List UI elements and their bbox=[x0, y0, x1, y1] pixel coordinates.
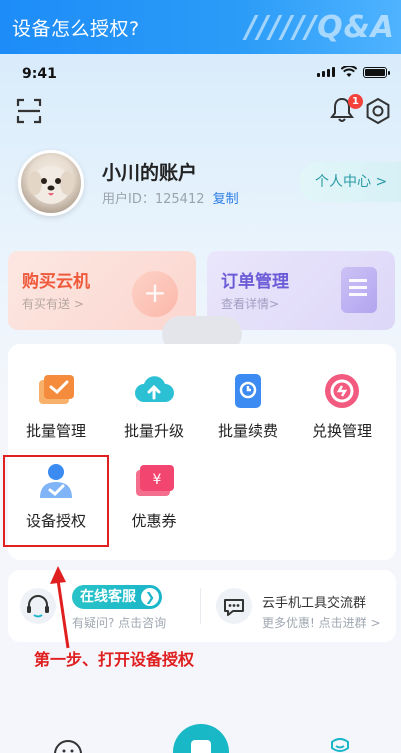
grid-label: 优惠券 bbox=[131, 512, 177, 530]
order-management-card[interactable]: 订单管理 查看详情> bbox=[207, 251, 395, 330]
online-service-button[interactable]: 在线客服 ❯ bbox=[72, 585, 162, 609]
grid-item-coupon[interactable]: ¥ 优惠券 bbox=[108, 460, 200, 546]
banner-title: 设备怎么授权? bbox=[12, 18, 140, 40]
cloud-upload-icon bbox=[133, 370, 175, 412]
online-service-subtitle: 有疑问? 点击咨询 bbox=[72, 616, 167, 630]
grid-label: 兑换管理 bbox=[311, 422, 372, 440]
highlight-box bbox=[3, 455, 109, 547]
plus-icon: + bbox=[132, 271, 178, 317]
grid-label: 批量续费 bbox=[217, 422, 278, 440]
grid-item-batch-renew[interactable]: 批量续费 bbox=[202, 370, 294, 456]
top-banner: 设备怎么授权? //////Q&A bbox=[0, 0, 401, 54]
dog-avatar-image bbox=[28, 166, 74, 204]
group-chat-title[interactable]: 云手机工具交流群 bbox=[262, 592, 366, 611]
scan-icon[interactable] bbox=[16, 98, 42, 124]
document-search-icon bbox=[341, 267, 377, 313]
grid-item-exchange[interactable]: 兑换管理 bbox=[296, 370, 388, 456]
buy-card-title: 购买云机 bbox=[22, 272, 90, 292]
user-id-label: 用户ID： bbox=[102, 192, 155, 207]
coupon-icon: ¥ bbox=[133, 460, 175, 502]
renew-doc-icon bbox=[227, 370, 269, 412]
grid-label: 批量管理 bbox=[25, 422, 86, 440]
red-arrow-annotation bbox=[50, 566, 70, 649]
batch-manage-icon bbox=[35, 370, 77, 412]
status-icons bbox=[317, 66, 390, 78]
chat-icon[interactable] bbox=[216, 588, 252, 624]
chevron-right-icon: ❯ bbox=[141, 588, 159, 606]
user-id-line: 用户ID：125412 复制 bbox=[102, 188, 239, 207]
online-service-label: 在线客服 bbox=[80, 589, 136, 605]
user-id-value: 125412 bbox=[154, 192, 205, 207]
grid-item-batch-manage[interactable]: 批量管理 bbox=[10, 370, 102, 456]
settings-icon[interactable] bbox=[363, 96, 393, 126]
avatar[interactable] bbox=[18, 150, 84, 216]
battery-icon bbox=[363, 66, 390, 78]
signal-icon bbox=[317, 67, 335, 77]
buy-cloud-phone-card[interactable]: 购买云机 有买有送 > + bbox=[8, 251, 196, 330]
group-chat-subtitle[interactable]: 更多优惠! 点击进群 > bbox=[262, 614, 381, 631]
nav-home-icon[interactable] bbox=[52, 738, 84, 753]
account-name: 小川的账户 bbox=[102, 162, 198, 184]
order-card-subtitle: 查看详情> bbox=[221, 297, 280, 311]
grid-label: 批量升级 bbox=[123, 422, 184, 440]
copy-id-link[interactable]: 复制 bbox=[213, 192, 239, 207]
instruction-text: 第一步、打开设备授权 bbox=[34, 650, 195, 669]
exchange-icon bbox=[321, 370, 363, 412]
svg-text:¥: ¥ bbox=[153, 472, 162, 488]
buy-card-subtitle: 有买有送 > bbox=[22, 297, 84, 311]
status-time: 9:41 bbox=[22, 66, 57, 82]
personal-center-button[interactable]: 个人中心 > bbox=[299, 162, 401, 202]
notification-badge: 1 bbox=[348, 94, 363, 109]
nav-profile-icon[interactable] bbox=[326, 738, 354, 753]
wifi-icon bbox=[341, 66, 357, 77]
nav-center-button[interactable] bbox=[173, 724, 229, 753]
order-card-title: 订单管理 bbox=[221, 272, 289, 292]
divider bbox=[200, 588, 201, 624]
grid-item-batch-upgrade[interactable]: 批量升级 bbox=[108, 370, 200, 456]
phone-screen: 9:41 1 小川的账户 用户ID：125412 复制 个人中心 > 购买云机 … bbox=[0, 54, 401, 753]
qa-logo: //////Q&A bbox=[245, 10, 395, 45]
notification-button[interactable]: 1 bbox=[329, 94, 363, 126]
